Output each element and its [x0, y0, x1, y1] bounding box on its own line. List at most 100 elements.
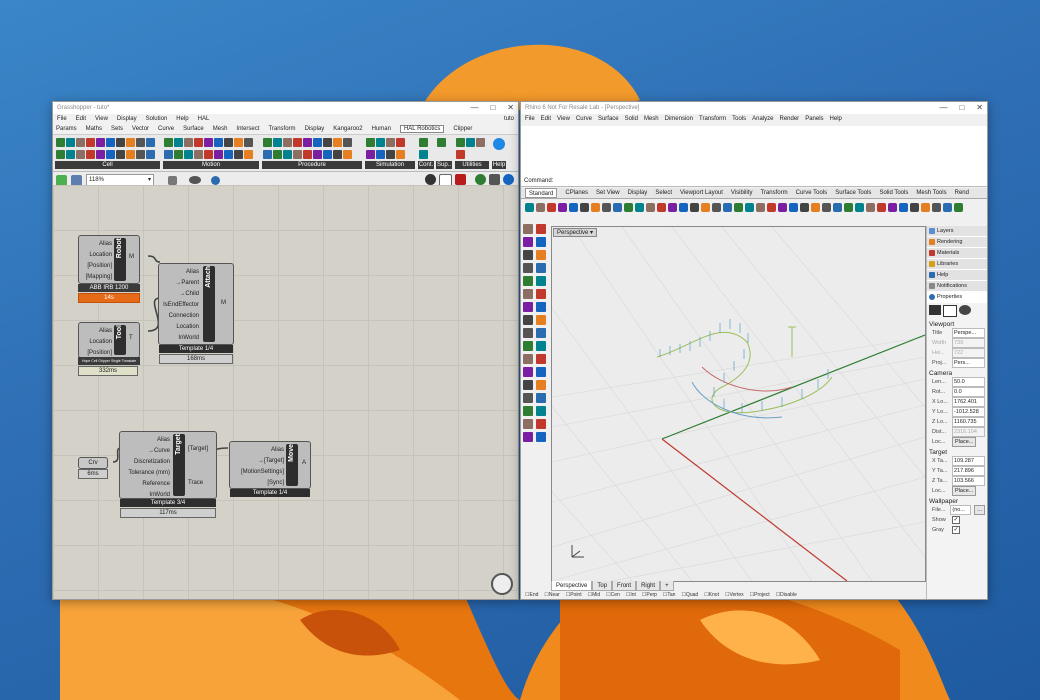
- preview-eye-icon[interactable]: [189, 176, 201, 184]
- prop-value-x-target[interactable]: 109.287: [952, 456, 985, 466]
- menu-edit[interactable]: Edit: [541, 116, 551, 122]
- component-icon[interactable]: [234, 149, 243, 159]
- tool-icon[interactable]: [536, 276, 546, 286]
- viewport-tab-right[interactable]: Right: [636, 581, 661, 591]
- ribbon-group-simulation[interactable]: Simulation: [365, 137, 415, 169]
- component-icon[interactable]: [224, 149, 233, 159]
- component-icon[interactable]: [76, 149, 85, 159]
- component-icon[interactable]: [194, 149, 203, 159]
- component-icon[interactable]: [263, 149, 272, 159]
- gh-canvas[interactable]: Alias Location [Position] [Mapping] Robo…: [53, 185, 518, 599]
- osnap-near[interactable]: ☐Near: [544, 592, 559, 599]
- panel-tab-materials[interactable]: Materials: [927, 248, 987, 259]
- prop-value-y-location[interactable]: -1012.528: [952, 407, 985, 417]
- ribbon-group-help[interactable]: Help: [492, 137, 506, 169]
- tool-icon[interactable]: [523, 263, 533, 273]
- menu-analyze[interactable]: Analyze: [752, 116, 773, 122]
- component-icon[interactable]: [126, 149, 135, 159]
- component-icon[interactable]: [146, 149, 155, 159]
- toolbar-icon[interactable]: [811, 202, 820, 212]
- tab-mesh-tools[interactable]: Mesh Tools: [916, 188, 946, 198]
- toolbar-icon[interactable]: [943, 202, 952, 212]
- target-component[interactable]: Alias →Curve Discretization Tolerance (m…: [119, 431, 217, 499]
- osnap-end[interactable]: ☐End: [525, 592, 538, 599]
- toolbar-icon[interactable]: [591, 202, 600, 212]
- component-icon[interactable]: [323, 149, 332, 159]
- tool-icon[interactable]: [523, 276, 533, 286]
- toolbar-icon[interactable]: [877, 202, 886, 212]
- ribbon-group-sup[interactable]: Sup..: [436, 137, 452, 169]
- tab-surface-tools[interactable]: Surface Tools: [835, 188, 871, 198]
- component-icon[interactable]: [376, 138, 385, 147]
- tool-icon[interactable]: [536, 393, 546, 403]
- component-icon[interactable]: [136, 149, 145, 159]
- component-icon[interactable]: [456, 149, 465, 159]
- minimize-icon[interactable]: —: [470, 103, 478, 112]
- menu-surface[interactable]: Surface: [598, 116, 619, 122]
- perspective-viewport[interactable]: Perspective ▾: [551, 226, 926, 582]
- camera-icon[interactable]: [929, 305, 941, 315]
- menu-edit[interactable]: Edit: [76, 116, 86, 122]
- component-icon[interactable]: [343, 149, 352, 159]
- place-camera-button[interactable]: Place...: [952, 437, 977, 447]
- viewport-title[interactable]: Perspective ▾: [553, 228, 598, 237]
- toolbar-icon[interactable]: [569, 202, 578, 212]
- osnap-point[interactable]: ☐Point: [566, 592, 582, 599]
- tool-icon[interactable]: [536, 315, 546, 325]
- osnap-perp[interactable]: ☐Perp: [642, 592, 657, 599]
- show-checkbox[interactable]: ✓: [952, 516, 960, 524]
- panel-tab-notifications[interactable]: Notifications: [927, 281, 987, 292]
- preview-selected-icon[interactable]: [475, 173, 486, 185]
- component-icon[interactable]: [116, 149, 125, 159]
- tab-human[interactable]: Human: [372, 126, 391, 132]
- tool-icon[interactable]: [536, 237, 546, 247]
- move-component[interactable]: Alias →[Target] [MotionSettings] [Sync] …: [229, 441, 311, 489]
- toolbar-icon[interactable]: [789, 202, 798, 212]
- prop-value-rotation[interactable]: 0.0: [952, 387, 985, 397]
- component-icon[interactable]: [313, 149, 322, 159]
- tab-render[interactable]: Rend: [955, 188, 969, 198]
- component-icon[interactable]: [273, 138, 282, 147]
- maximize-icon[interactable]: □: [490, 103, 495, 112]
- component-icon[interactable]: [437, 138, 446, 147]
- tool-icon[interactable]: [536, 224, 546, 234]
- toolbar-icon[interactable]: [888, 202, 897, 212]
- component-icon[interactable]: [333, 138, 342, 147]
- tool-icon[interactable]: [536, 380, 546, 390]
- component-icon[interactable]: [263, 138, 272, 147]
- component-icon[interactable]: [116, 138, 125, 147]
- minimize-icon[interactable]: —: [939, 103, 947, 112]
- component-icon[interactable]: [476, 138, 485, 147]
- component-icon[interactable]: [214, 138, 223, 147]
- globe-icon[interactable]: [211, 175, 220, 185]
- toolbar-icon[interactable]: [734, 202, 743, 212]
- menu-file[interactable]: File: [525, 116, 535, 122]
- tab-curve-tools[interactable]: Curve Tools: [796, 188, 828, 198]
- toolbar-icon[interactable]: [712, 202, 721, 212]
- toolbar-icon[interactable]: [668, 202, 677, 212]
- wallpaper-file-value[interactable]: (no...: [950, 505, 972, 515]
- osnap-tan[interactable]: ☐Tan: [663, 592, 676, 599]
- component-icon[interactable]: [333, 149, 342, 159]
- component-icon[interactable]: [96, 149, 105, 159]
- osnap-quad[interactable]: ☐Quad: [681, 592, 698, 599]
- component-icon[interactable]: [466, 138, 475, 147]
- toolbar-icon[interactable]: [613, 202, 622, 212]
- component-icon[interactable]: [323, 138, 332, 147]
- panel-tab-rendering[interactable]: Rendering: [927, 237, 987, 248]
- component-icon[interactable]: [366, 149, 375, 159]
- component-icon[interactable]: [303, 149, 312, 159]
- osnap-mid[interactable]: ☐Mid: [588, 592, 601, 599]
- tab-viewport-layout[interactable]: Viewport Layout: [680, 188, 723, 198]
- toolbar-icon[interactable]: [800, 202, 809, 212]
- tab-maths[interactable]: Maths: [86, 126, 102, 132]
- component-icon[interactable]: [204, 149, 213, 159]
- toolbar-icon[interactable]: [525, 202, 534, 212]
- rhino-title-bar[interactable]: Rhino 6 Not For Resale Lab - [Perspectiv…: [521, 102, 987, 114]
- prop-value-x-location[interactable]: 1762.401: [952, 397, 985, 407]
- sketch-icon[interactable]: [168, 175, 177, 185]
- component-icon[interactable]: [283, 138, 292, 147]
- ribbon-group-procedure[interactable]: Procedure: [262, 137, 362, 169]
- toolbar-icon[interactable]: [855, 202, 864, 212]
- toolbar-icon[interactable]: [756, 202, 765, 212]
